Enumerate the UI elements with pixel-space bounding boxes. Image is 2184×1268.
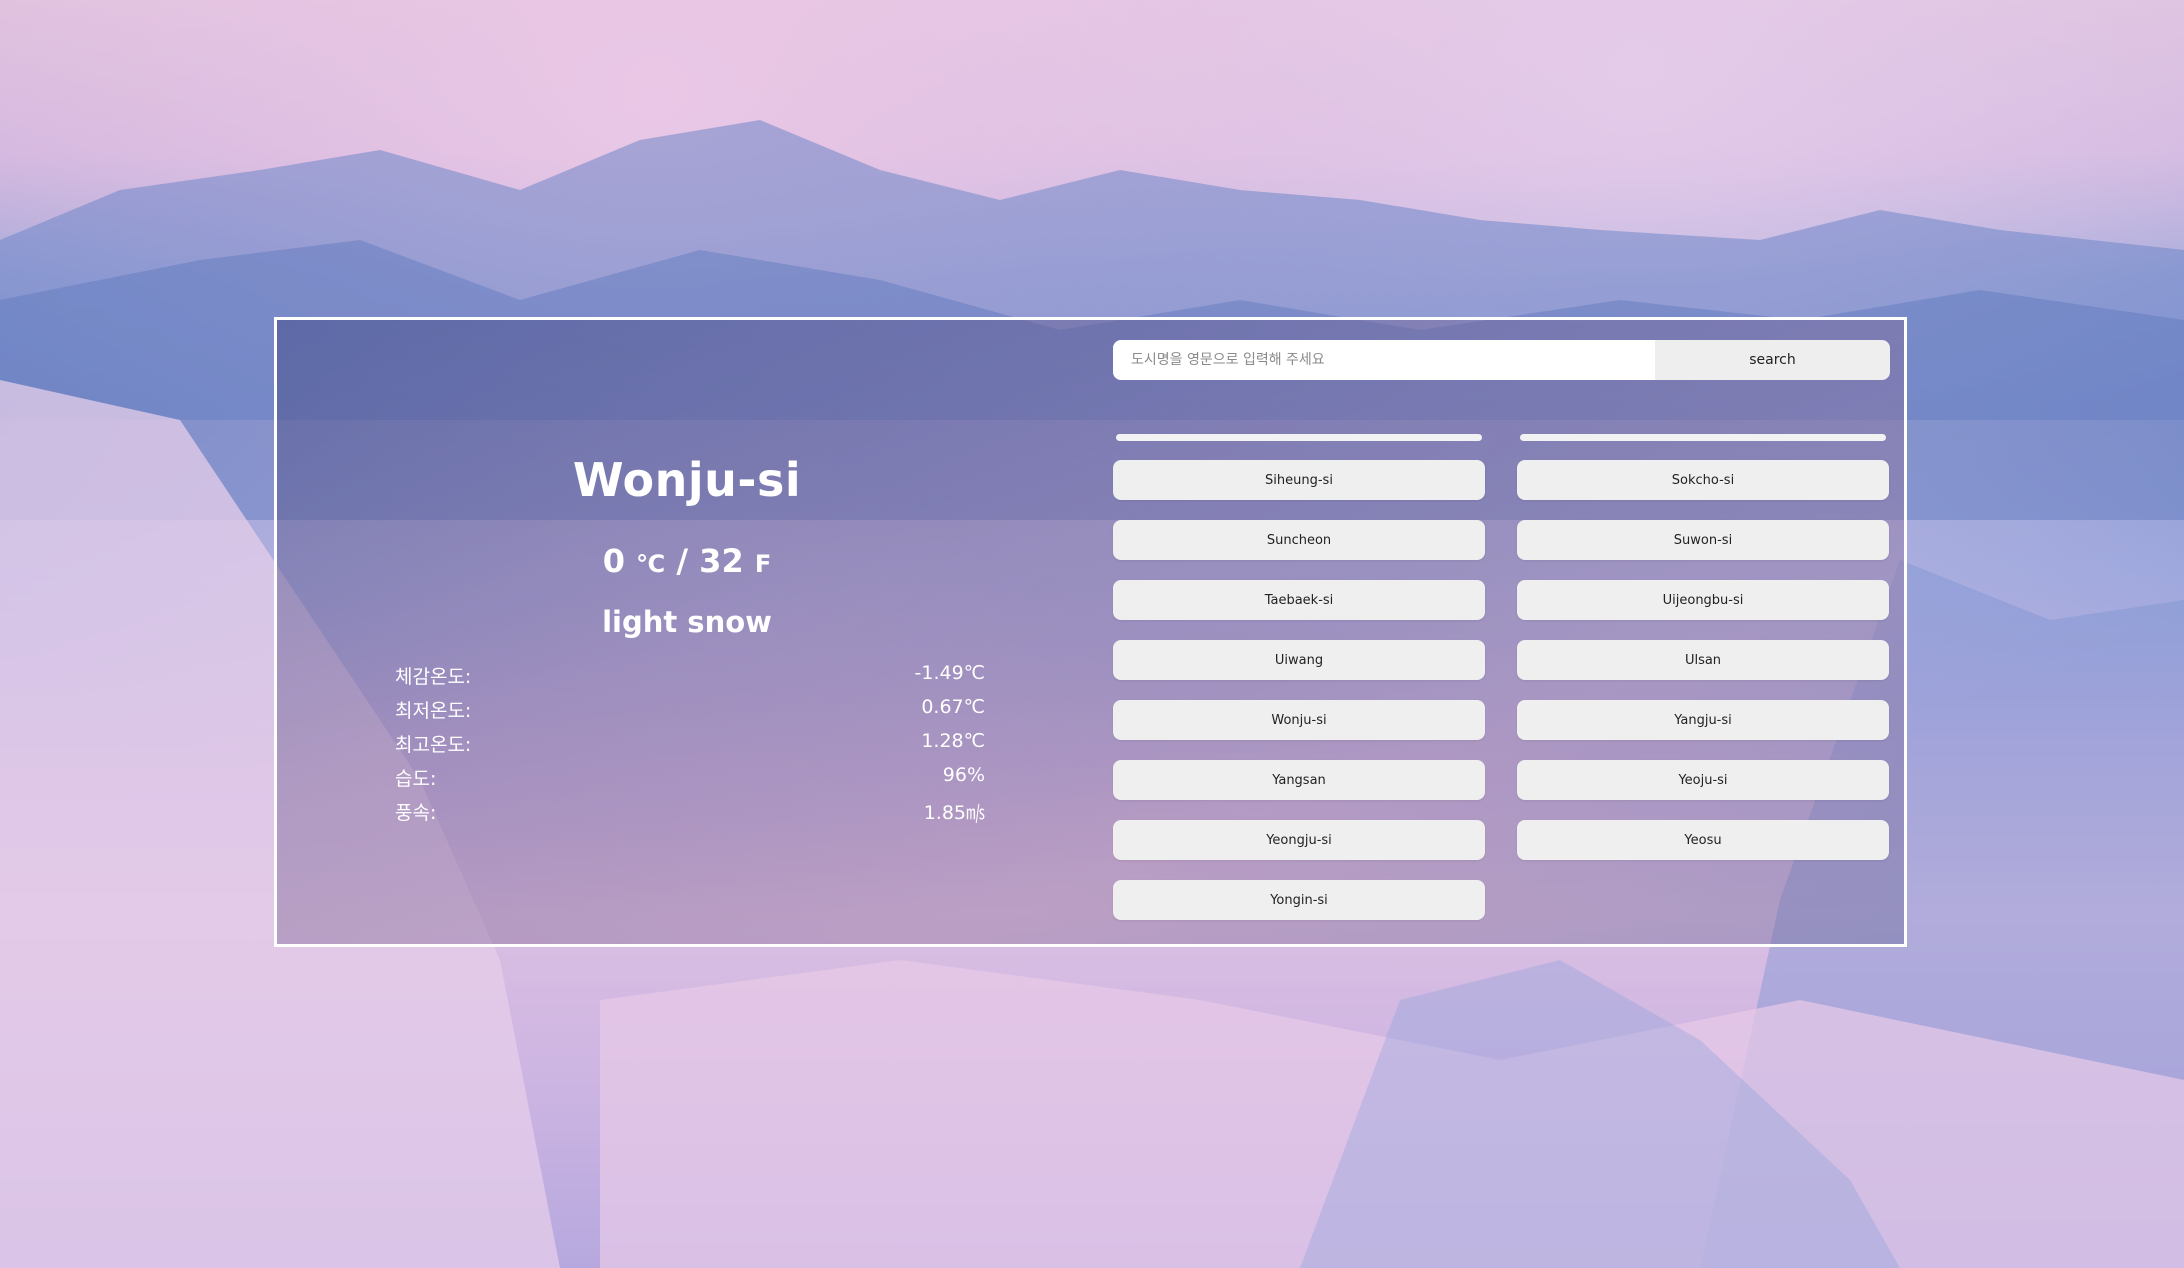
weather-panel: Wonju-si 0 ℃ / 32 F light snow 체감온도: -1.… — [274, 317, 1907, 947]
city-button[interactable]: Yeosu — [1517, 820, 1889, 860]
city-button[interactable]: Suwon-si — [1517, 520, 1889, 560]
current-temperature: 0 ℃ / 32 F — [277, 542, 1097, 580]
detail-value: 1.85㎧ — [923, 802, 985, 824]
search-button[interactable]: search — [1655, 340, 1890, 380]
detail-value: 0.67℃ — [921, 696, 985, 718]
city-button[interactable]: Uijeongbu-si — [1517, 580, 1889, 620]
city-button[interactable]: Yeongju-si — [1113, 820, 1485, 860]
weather-description: light snow — [602, 605, 772, 639]
city-button[interactable]: Uiwang — [1113, 640, 1485, 680]
city-button[interactable]: Yangsan — [1113, 760, 1485, 800]
city-button[interactable]: Ulsan — [1517, 640, 1889, 680]
detail-value: -1.49℃ — [914, 662, 986, 684]
city-button[interactable]: Wonju-si — [1113, 700, 1485, 740]
detail-max-temp: 최고온도: 1.28℃ — [395, 730, 985, 764]
detail-humidity: 습도: 96% — [395, 764, 985, 798]
city-button[interactable]: Yongin-si — [1113, 880, 1485, 920]
detail-min-temp: 최저온도: 0.67℃ — [395, 696, 985, 730]
city-search-input[interactable] — [1113, 340, 1655, 380]
city-button[interactable]: Sokcho-si — [1517, 460, 1889, 500]
detail-label: 최고온도: — [395, 734, 472, 756]
weather-details: 체감온도: -1.49℃ 최저온도: 0.67℃ 최고온도: 1.28℃ 습도:… — [395, 662, 985, 832]
temp-fahrenheit: 32 — [699, 542, 744, 580]
temp-separator: / — [676, 542, 689, 580]
celsius-unit: ℃ — [636, 550, 666, 578]
detail-wind-speed: 풍속: 1.85㎧ — [395, 798, 985, 832]
weather-display: Wonju-si 0 ℃ / 32 F light snow 체감온도: -1.… — [277, 320, 1097, 944]
detail-label: 풍속: — [395, 802, 437, 824]
column-divider — [1520, 434, 1886, 441]
city-button[interactable]: Yangju-si — [1517, 700, 1889, 740]
detail-value: 96% — [942, 764, 985, 786]
fahrenheit-unit: F — [754, 550, 772, 578]
city-button[interactable]: Suncheon — [1113, 520, 1485, 560]
city-button[interactable]: Yeoju-si — [1517, 760, 1889, 800]
detail-label: 체감온도: — [395, 666, 472, 688]
column-divider — [1116, 434, 1482, 441]
city-button[interactable]: Taebaek-si — [1113, 580, 1485, 620]
detail-feels-like: 체감온도: -1.49℃ — [395, 662, 985, 696]
current-city-name: Wonju-si — [572, 453, 802, 507]
detail-value: 1.28℃ — [921, 730, 985, 752]
city-search-panel: search Siheung-si Suncheon Taebaek-si Ui… — [1113, 340, 1893, 920]
temp-celsius: 0 — [602, 542, 625, 580]
city-button[interactable]: Siheung-si — [1113, 460, 1485, 500]
detail-label: 습도: — [395, 768, 437, 790]
detail-label: 최저온도: — [395, 700, 472, 722]
search-bar: search — [1113, 340, 1890, 380]
